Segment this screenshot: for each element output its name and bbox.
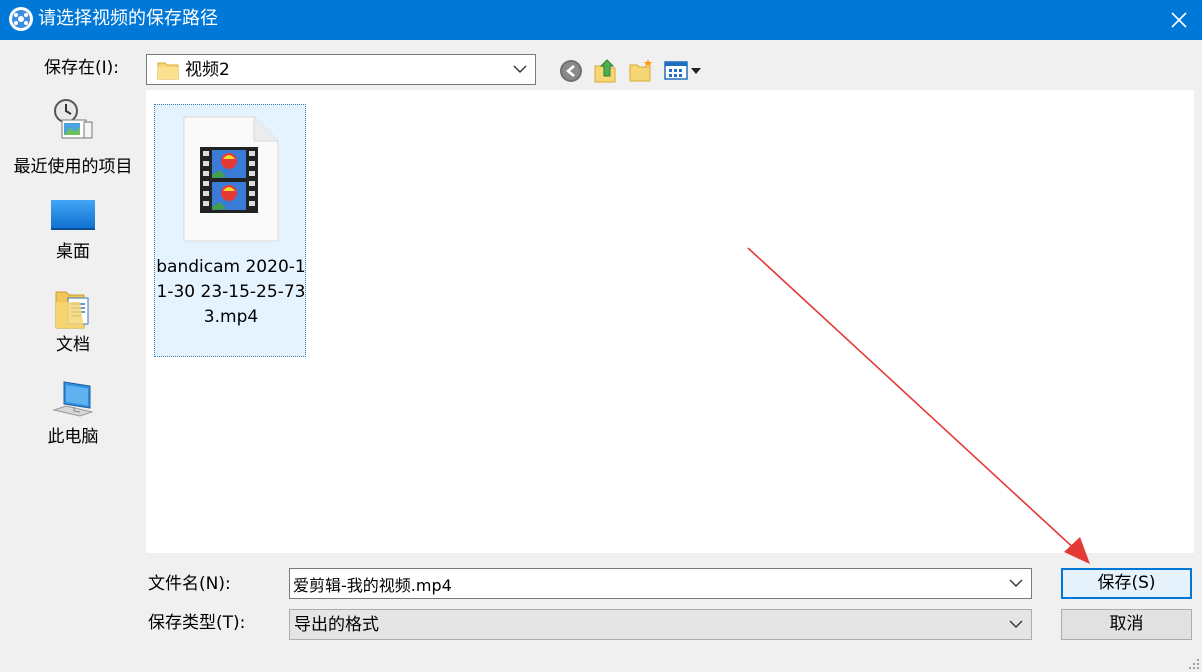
app-icon — [9, 7, 33, 31]
file-type-field-label: 保存类型(T): — [148, 613, 246, 633]
back-button[interactable] — [558, 56, 584, 84]
window-title: 请选择视频的保存路径 — [38, 8, 218, 29]
save-in-label: 保存在(I): — [44, 58, 120, 78]
close-icon — [1171, 12, 1187, 28]
chevron-down-icon — [513, 65, 527, 73]
place-documents[interactable]: 文档 — [6, 288, 140, 358]
place-label-desktop: 桌面 — [56, 242, 90, 262]
place-label-documents: 文档 — [56, 335, 90, 355]
file-name-combo[interactable] — [289, 568, 1032, 599]
file-list-area[interactable]: bandicam 2020-11-30 23-15-25-733.mp4 — [146, 90, 1194, 553]
documents-icon — [55, 291, 89, 329]
file-type-value: 导出的格式 — [294, 615, 379, 635]
view-menu-button[interactable] — [663, 56, 705, 84]
place-recent[interactable]: 最近使用的项目 — [6, 98, 140, 177]
video-file-icon — [183, 116, 279, 242]
file-type-dropdown[interactable]: 导出的格式 — [289, 609, 1032, 640]
back-arrow-icon — [560, 60, 582, 82]
up-folder-button[interactable] — [593, 56, 619, 84]
place-this-pc[interactable]: 此电脑 — [6, 380, 140, 450]
places-bar: 最近使用的项目 桌面 文档 此电脑 — [6, 90, 140, 664]
save-in-dropdown[interactable]: 视频2 — [146, 54, 536, 85]
close-button[interactable] — [1156, 0, 1202, 40]
view-menu-icon — [664, 61, 701, 80]
file-name-field-label: 文件名(N): — [148, 574, 231, 594]
resize-grip-icon[interactable] — [1188, 658, 1200, 670]
desktop-icon — [51, 200, 95, 230]
new-folder-button[interactable] — [628, 56, 654, 84]
up-folder-icon — [594, 59, 616, 83]
folder-icon — [157, 62, 179, 80]
cancel-button[interactable]: 取消 — [1061, 609, 1192, 640]
current-folder-name: 视频2 — [185, 60, 230, 80]
file-name-label: bandicam 2020-11-30 23-15-25-733.mp4 — [156, 257, 306, 327]
recent-items-icon — [54, 99, 93, 139]
place-label-this-pc: 此电脑 — [47, 427, 99, 447]
chevron-down-icon[interactable] — [1009, 575, 1023, 591]
new-folder-icon — [629, 59, 652, 82]
chevron-down-icon — [1009, 620, 1023, 628]
save-button[interactable]: 保存(S) — [1061, 568, 1192, 599]
file-name-input[interactable] — [293, 571, 993, 596]
place-desktop[interactable]: 桌面 — [6, 198, 140, 268]
file-item[interactable]: bandicam 2020-11-30 23-15-25-733.mp4 — [154, 104, 306, 357]
place-label-recent: 最近使用的项目 — [13, 157, 133, 177]
this-pc-icon — [52, 381, 94, 417]
title-bar: 请选择视频的保存路径 — [0, 0, 1202, 40]
